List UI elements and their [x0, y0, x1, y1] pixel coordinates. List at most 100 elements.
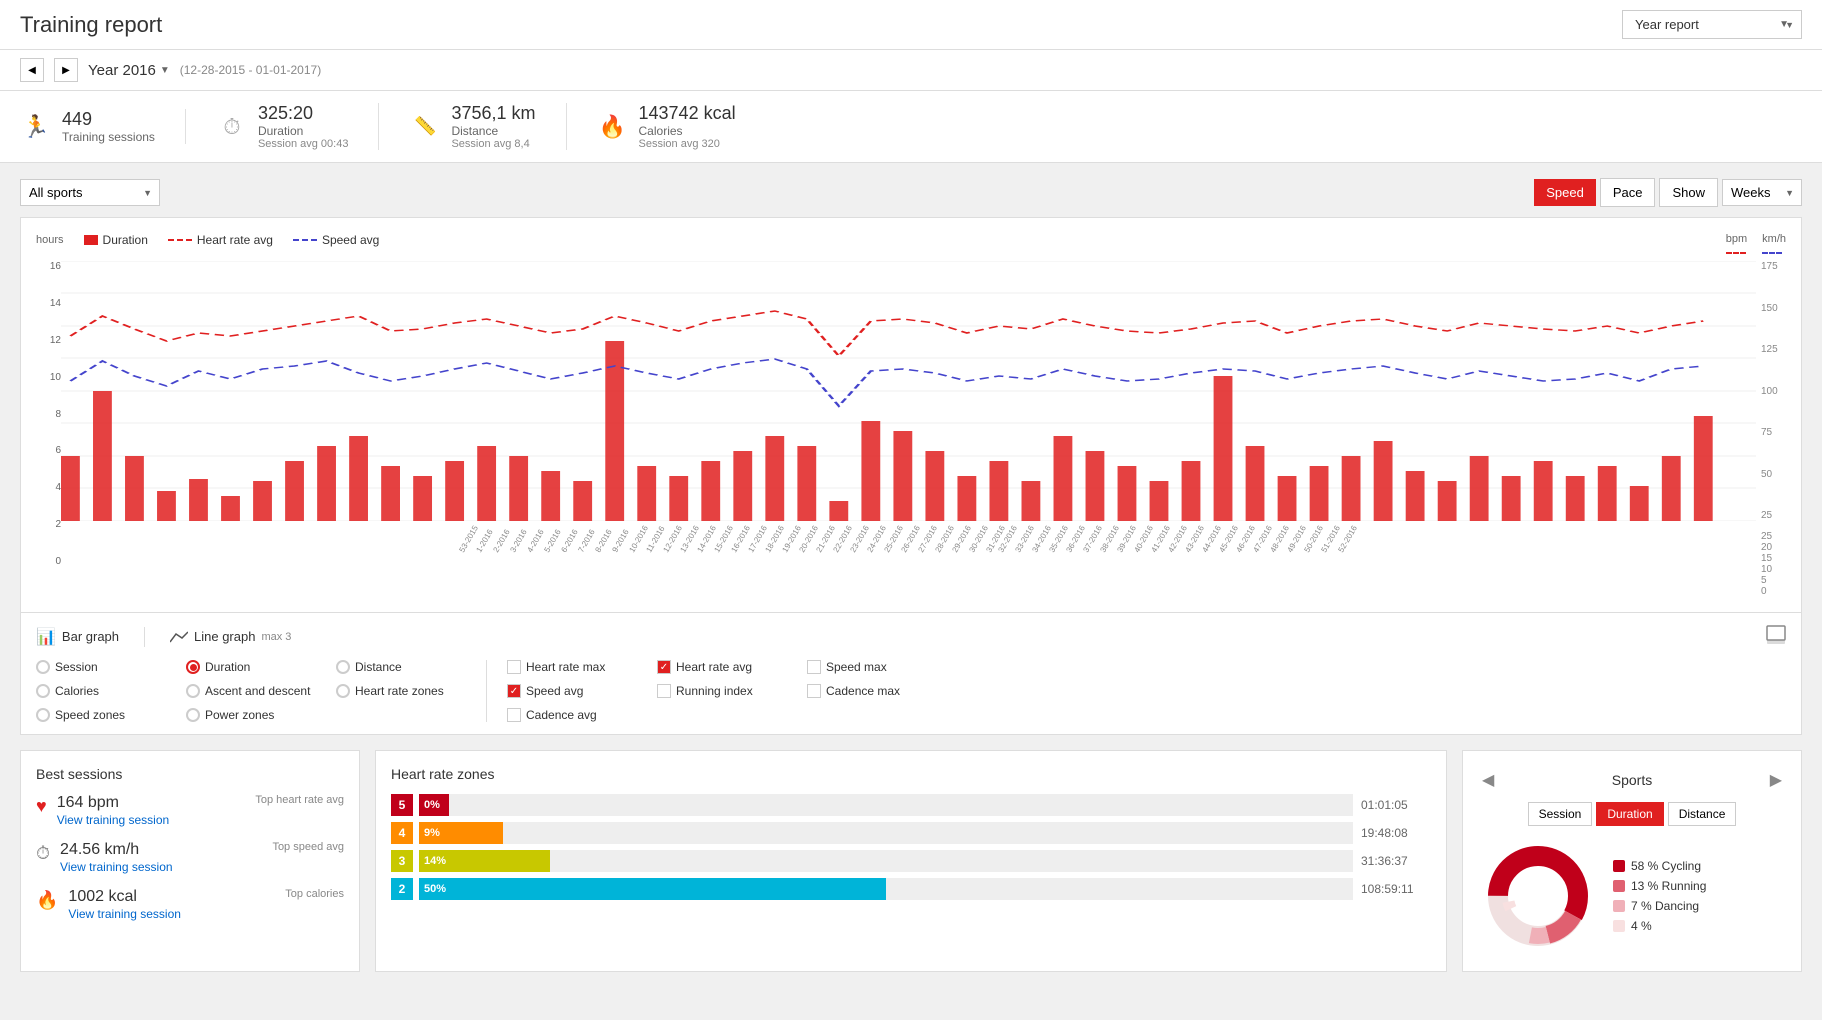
heart-icon: ♥	[36, 796, 47, 817]
bs-speed-value: 24.56 km/h	[60, 841, 173, 859]
legend-dancing: 7 % Dancing	[1613, 899, 1706, 913]
ascent-radio-icon	[186, 684, 200, 698]
best-session-calories: 🔥 1002 kcal View training session Top ca…	[36, 888, 344, 921]
hours-label: hours	[36, 234, 64, 246]
stat-calories: 🔥 143742 kcal Calories Session avg 320	[567, 103, 766, 150]
radio-calories[interactable]: Calories	[36, 684, 166, 698]
show-button[interactable]: Show	[1659, 178, 1718, 207]
radio-session[interactable]: Session	[36, 660, 166, 674]
export-icon[interactable]	[1766, 625, 1786, 648]
session-radio-icon	[36, 660, 50, 674]
cb-cadence-max[interactable]: Cadence max	[807, 684, 937, 698]
zone-2-num: 2	[391, 878, 413, 900]
zone-5-bar-container: 0%	[419, 794, 1353, 816]
cb-hr-max[interactable]: Heart rate max	[507, 660, 637, 674]
main-content: All sports Cycling Running Speed Pace Sh…	[0, 163, 1822, 987]
cb-hr-avg[interactable]: ✓ Heart rate avg	[657, 660, 787, 674]
cb-running-index[interactable]: Running index	[657, 684, 787, 698]
year-report-select-wrapper[interactable]: Year report ▼	[1622, 10, 1802, 39]
main-chart-svg	[61, 261, 1756, 521]
radio-distance[interactable]: Distance	[336, 660, 466, 674]
bs-speed-link[interactable]: View training session	[60, 860, 173, 874]
prev-year-button[interactable]: ◀	[20, 58, 44, 82]
fire-icon: 🔥	[36, 890, 58, 911]
zone-2-bar: 50%	[419, 878, 886, 900]
zone-3-row: 3 14% 31:36:37	[391, 850, 1431, 872]
sports-prev-arrow[interactable]: ◀	[1478, 766, 1498, 794]
sports-title: Sports	[1612, 772, 1652, 788]
bs-hr-link[interactable]: View training session	[57, 813, 170, 827]
radio-duration[interactable]: Duration	[186, 660, 316, 674]
sport-select[interactable]: All sports Cycling Running	[20, 179, 160, 206]
pace-button[interactable]: Pace	[1600, 178, 1656, 207]
best-sessions-title: Best sessions	[36, 766, 344, 782]
tab-duration[interactable]: Duration	[1596, 802, 1663, 826]
cb-cadence-avg[interactable]: Cadence avg	[507, 708, 637, 722]
legend-hr-avg-label: Heart rate avg	[197, 233, 273, 247]
next-year-button[interactable]: ▶	[54, 58, 78, 82]
kmh-label: km/h	[1762, 233, 1786, 257]
bs-cal-label: Top calories	[285, 888, 344, 900]
calories-radio-icon	[36, 684, 50, 698]
speed-icon: ⏱	[36, 843, 50, 864]
weeks-select[interactable]: Weeks Months	[1722, 179, 1802, 206]
radio-ascent[interactable]: Ascent and descent	[186, 684, 316, 698]
zone-5-row: 5 0% 01:01:05	[391, 794, 1431, 816]
distance-value: 3756,1 km	[451, 103, 535, 124]
x-axis-labels: 53-2015 1-2016 2-2016 3-2016 4-2016 5-20…	[61, 523, 1756, 563]
chart-legend: hours Duration Heart rate avg Speed avg	[36, 233, 379, 247]
legend-duration-label: Duration	[103, 233, 148, 247]
duration-label: Duration	[258, 124, 349, 138]
y-axis-left: 1614121086420	[36, 261, 61, 597]
legend-speed-avg-label: Speed avg	[322, 233, 379, 247]
other-label: 4 %	[1631, 919, 1652, 933]
speed-button[interactable]: Speed	[1534, 179, 1596, 206]
dancing-label: 7 % Dancing	[1631, 899, 1699, 913]
speed-avg-cb-icon: ✓	[507, 684, 521, 698]
duration-radio-icon	[186, 660, 200, 674]
distance-sub: Session avg 8,4	[451, 138, 535, 150]
line-options: Heart rate max ✓ Heart rate avg Speed ma…	[507, 660, 937, 722]
running-label: 13 % Running	[1631, 879, 1706, 893]
tab-distance[interactable]: Distance	[1668, 802, 1737, 826]
stat-training-sessions: 🏃 449 Training sessions	[20, 109, 186, 144]
cb-speed-avg[interactable]: ✓ Speed avg	[507, 684, 637, 698]
year-report-select[interactable]: Year report ▼	[1622, 10, 1802, 39]
tab-session[interactable]: Session	[1528, 802, 1593, 826]
hr-avg-line-icon	[168, 239, 192, 241]
graph-controls: 📊 Bar graph Line graph max 3	[20, 613, 1802, 735]
sessions-label: Training sessions	[62, 130, 155, 144]
sport-select-wrapper[interactable]: All sports Cycling Running	[20, 179, 160, 206]
year-label[interactable]: Year 2016 ▼	[88, 62, 170, 79]
legend-running: 13 % Running	[1613, 879, 1706, 893]
calories-label: Calories	[639, 124, 736, 138]
radio-speed-zones[interactable]: Speed zones	[36, 708, 166, 722]
stats-bar: 🏃 449 Training sessions ⏱ 325:20 Duratio…	[0, 91, 1822, 163]
radio-hr-zones[interactable]: Heart rate zones	[336, 684, 466, 698]
duration-sub: Session avg 00:43	[258, 138, 349, 150]
legend-duration: Duration	[84, 233, 148, 247]
graph-options-rows: Session Duration Distance Calories	[36, 660, 1786, 722]
hr-zones-card: Heart rate zones 5 0% 01:01:05 4 9% 19:4…	[375, 750, 1447, 972]
bottom-section: Best sessions ♥ 164 bpm View training se…	[20, 750, 1802, 972]
sports-next-arrow[interactable]: ▶	[1766, 766, 1786, 794]
bar-graph-icon: 📊	[36, 627, 56, 647]
legend-speed-avg: Speed avg	[293, 233, 379, 247]
bpm-label: bpm	[1726, 233, 1747, 257]
zone-4-row: 4 9% 19:48:08	[391, 822, 1431, 844]
stat-duration: ⏱ 325:20 Duration Session avg 00:43	[186, 103, 380, 150]
bs-hr-value: 164 bpm	[57, 794, 170, 812]
hr-zones-radio-icon	[336, 684, 350, 698]
zone-5-time: 01:01:05	[1361, 798, 1431, 812]
calories-icon: 🔥	[597, 111, 629, 143]
line-graph-icon	[170, 630, 188, 644]
cb-speed-max[interactable]: Speed max	[807, 660, 937, 674]
chart-area: 53-2015 1-2016 2-2016 3-2016 4-2016 5-20…	[61, 261, 1756, 597]
bs-cal-value: 1002 kcal	[68, 888, 181, 906]
chart-container: hours Duration Heart rate avg Speed avg …	[20, 217, 1802, 613]
radio-power-zones[interactable]: Power zones	[186, 708, 316, 722]
chart-with-axes: 1614121086420	[36, 261, 1786, 597]
sports-tabs: Session Duration Distance	[1478, 802, 1786, 826]
duration-value: 325:20	[258, 103, 349, 124]
bs-cal-link[interactable]: View training session	[68, 907, 181, 921]
